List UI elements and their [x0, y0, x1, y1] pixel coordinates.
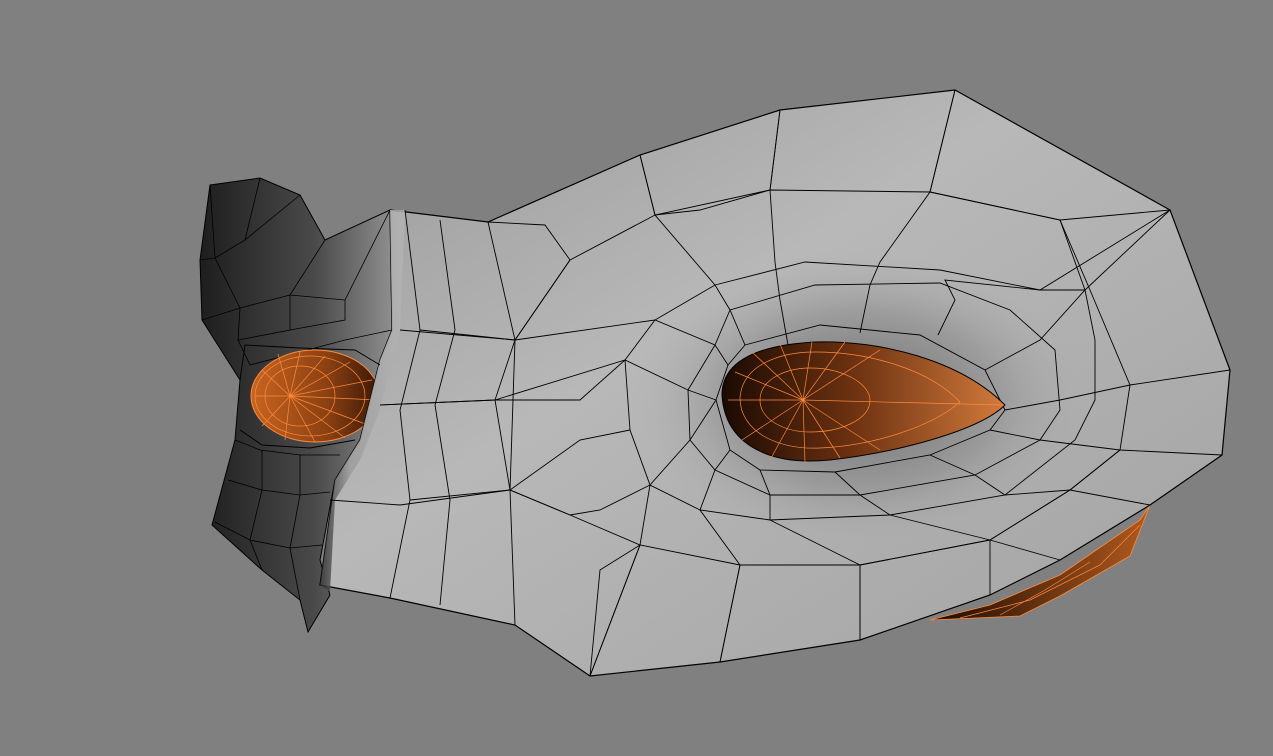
left-eyeball[interactable] [250, 349, 380, 443]
viewport-canvas[interactable] [0, 0, 1273, 756]
3d-viewport[interactable] [0, 0, 1273, 756]
